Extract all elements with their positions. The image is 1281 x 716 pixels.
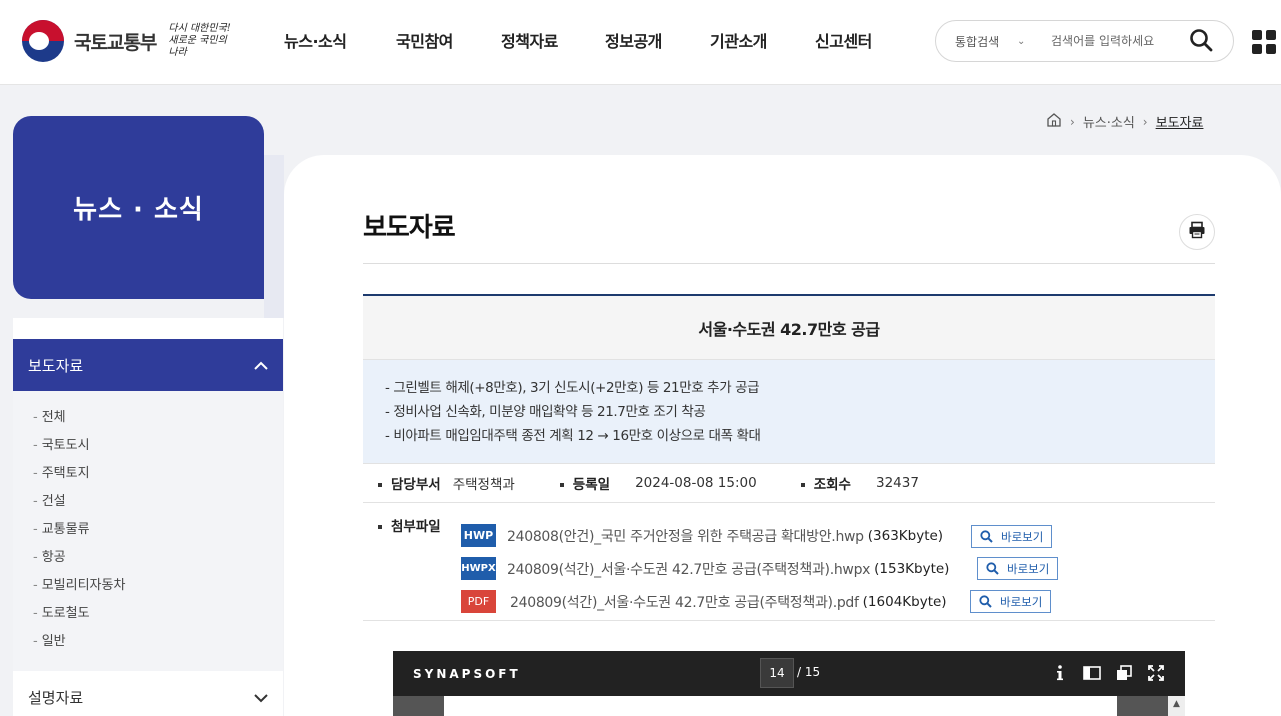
view-button[interactable]: 바로보기 (977, 557, 1059, 580)
breadcrumb-item[interactable]: 뉴스·소식 (1083, 112, 1135, 131)
nav-policy[interactable]: 정책자료 (501, 28, 605, 52)
submenu-item[interactable]: - 모빌리티자동차 (13, 574, 283, 602)
sidebar-item-explanation[interactable]: 설명자료 (13, 675, 283, 716)
fullscreen-icon[interactable] (1147, 663, 1165, 683)
viewer-toolbar: SYNAPSOFT 14 / 15 (393, 651, 1185, 696)
search-icon (979, 595, 992, 608)
submenu-item[interactable]: - 도로철도 (13, 602, 283, 630)
site-logo[interactable]: 국토교통부 다시 대한민국! 새로운 국민의 나라 (22, 20, 238, 62)
attachment-link[interactable]: 240809(석간)_서울·수도권 42.7만호 공급(주택정책과).pdf (510, 592, 859, 612)
print-button[interactable] (1179, 214, 1215, 250)
date-value: 2024-08-08 15:00 (635, 475, 757, 491)
search-icon (980, 530, 993, 543)
attachment-link[interactable]: 240808(안건)_국민 주거안정을 위한 주택공급 확대방안.hwp (507, 526, 864, 546)
nav-disclosure[interactable]: 정보공개 (605, 28, 710, 52)
attachment-link[interactable]: 240809(석간)_서울·수도권 42.7만호 공급(주택정책과).hwpx (507, 559, 870, 579)
breadcrumb-current[interactable]: 보도자료 (1156, 112, 1204, 131)
attachment-size: (1604Kbyte) (862, 593, 947, 610)
chevron-down-icon (253, 688, 269, 707)
attachment-row: HWP 240808(안건)_국민 주거안정을 위한 주택공급 확대방안.hwp… (461, 524, 943, 547)
view-button[interactable]: 바로보기 (970, 590, 1052, 613)
pdf-file-icon: PDF (461, 590, 496, 613)
sidebar-toggle-icon[interactable] (1083, 663, 1101, 683)
breadcrumb: › 뉴스·소식 › 보도자료 (1046, 112, 1203, 131)
slogan: 다시 대한민국! 새로운 국민의 나라 (168, 23, 231, 58)
sidebar-item-label: 보도자료 (28, 356, 84, 375)
sidebar-title: 뉴스 · 소식 (73, 195, 204, 225)
summary-line: - 비아파트 매입임대주택 종전 계획 12 → 16만호 이상으로 대폭 확대 (385, 428, 761, 444)
scroll-up-button[interactable]: ▲ (1168, 696, 1185, 716)
submenu-item[interactable]: - 교통물류 (13, 518, 283, 546)
views-label: 조회수 (800, 473, 851, 493)
home-icon[interactable] (1046, 112, 1062, 131)
site-header: 국토교통부 다시 대한민국! 새로운 국민의 나라 뉴스·소식 국민참여 정책자… (0, 0, 1281, 85)
sidebar-submenu: - 전체 - 국토도시 - 주택토지 - 건설 - 교통물류 - 항공 - 모빌리티자동차 -… (13, 391, 283, 671)
search-input[interactable] (1051, 34, 1181, 48)
attachments-label: 첨부파일 (378, 515, 441, 535)
views-value: 32437 (875, 475, 919, 491)
article-summary: - 그린벨트 해제(+8만호), 3기 신도시(+2만호) 등 21만호 추가 … (363, 360, 1215, 464)
nav-news[interactable]: 뉴스·소식 (284, 28, 396, 52)
submenu-item[interactable]: - 주택토지 (13, 462, 283, 490)
dept-value: 주택정책과 (452, 477, 515, 493)
attachments: 첨부파일 HWP 240808(안건)_국민 주거안정을 위한 주택공급 확대방… (363, 503, 1215, 621)
nav-participation[interactable]: 국민참여 (396, 28, 501, 52)
search-icon[interactable] (1189, 28, 1215, 54)
submenu-item[interactable]: - 일반 (13, 630, 283, 658)
date-label: 등록일 (559, 473, 610, 493)
page-title: 보도자료 (363, 213, 456, 243)
attachment-size: (363Kbyte) (867, 527, 944, 544)
article-header: 서울·수도권 42.7만호 공급 (363, 294, 1215, 360)
logo-text: 국토교통부 (74, 31, 157, 54)
chevron-up-icon (253, 356, 269, 375)
chevron-right-icon: › (1142, 114, 1148, 129)
search-box: 통합검색 ⌄ (935, 20, 1234, 62)
page-number-input[interactable]: 14 (760, 658, 794, 688)
search-icon (986, 562, 999, 575)
attachment-row: PDF 240809(석간)_서울·수도권 42.7만호 공급(주택정책과).p… (461, 590, 947, 613)
main-nav: 뉴스·소식 국민참여 정책자료 정보공개 기관소개 신고센터 (284, 28, 895, 52)
view-button[interactable]: 바로보기 (971, 525, 1053, 548)
submenu-item[interactable]: - 항공 (13, 546, 283, 574)
article-meta: 담당부서 주택정책과 등록일 2024-08-08 15:00 조회수 3243… (363, 464, 1215, 503)
all-menu-icon[interactable] (1252, 30, 1276, 54)
summary-line: - 정비사업 신속화, 미분양 매입확약 등 21.7만호 조기 착공 (385, 404, 706, 420)
hwp-file-icon: HWP (461, 524, 496, 547)
viewer-body: ▲ (393, 696, 1185, 716)
taegeuk-logo-icon (22, 20, 64, 62)
copy-icon[interactable] (1115, 663, 1133, 683)
hwpx-file-icon: HWPX (461, 557, 496, 580)
sidebar-item-press-release[interactable]: 보도자료 (13, 339, 283, 391)
dept-label: 담당부서 (378, 473, 441, 493)
print-icon (1188, 221, 1206, 243)
submenu-item[interactable]: - 전체 (13, 406, 283, 434)
search-scope-select[interactable]: 통합검색 (955, 33, 1017, 50)
nav-report[interactable]: 신고센터 (815, 28, 895, 52)
viewer-brand: SYNAPSOFT (413, 667, 521, 681)
info-icon[interactable] (1051, 663, 1069, 683)
document-viewer: SYNAPSOFT 14 / 15 ▲ (393, 651, 1185, 716)
attachment-size: (153Kbyte) (874, 560, 950, 577)
page-total: / 15 (797, 665, 821, 679)
press-release-article: 서울·수도권 42.7만호 공급 - 그린벨트 해제(+8만호), 3기 신도시… (363, 294, 1215, 621)
nav-about[interactable]: 기관소개 (710, 28, 815, 52)
viewer-tools (1051, 663, 1165, 683)
sidebar-item-label: 설명자료 (28, 688, 84, 707)
divider (363, 263, 1215, 264)
attachment-row: HWPX 240809(석간)_서울·수도권 42.7만호 공급(주택정책과).… (461, 557, 949, 580)
chevron-right-icon: › (1070, 114, 1075, 129)
article-title: 서울·수도권 42.7만호 공급 (698, 319, 880, 339)
sidebar-decoration (264, 155, 284, 318)
submenu-item[interactable]: - 국토도시 (13, 434, 283, 462)
summary-line: - 그린벨트 해제(+8만호), 3기 신도시(+2만호) 등 21만호 추가 … (385, 380, 760, 396)
sidebar-title-box: 뉴스 · 소식 (13, 116, 264, 299)
document-page (444, 696, 1117, 716)
chevron-down-icon[interactable]: ⌄ (1017, 36, 1039, 47)
submenu-item[interactable]: - 건설 (13, 490, 283, 518)
